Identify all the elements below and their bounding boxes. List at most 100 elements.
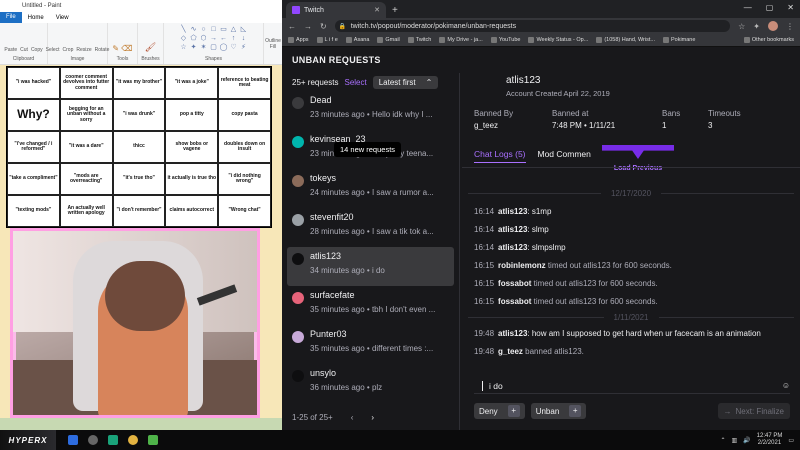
back-icon[interactable]: ← xyxy=(288,22,296,31)
request-time: 24 minutes ago xyxy=(310,188,365,197)
ribbon-outline-fill: Outline Fill xyxy=(264,23,282,64)
prev-page-icon[interactable]: ‹ xyxy=(351,413,354,422)
avatar xyxy=(292,331,304,343)
tab-close-icon[interactable]: ✕ xyxy=(374,6,380,14)
clock[interactable]: 12:47 PM 2/2/2021 xyxy=(757,433,783,447)
paint-tab-view[interactable]: View xyxy=(50,15,75,21)
unban-button[interactable]: Unban + xyxy=(530,403,587,419)
bookmark-item[interactable]: Other bookmarks xyxy=(743,37,794,43)
shapes-gallery[interactable]: ╲ ∿ ○ □ ▭ △ ◺ ◇ ⬠ ⬡ → ← ↑ ↓ ☆ ✦ ✶ ▢ ◯ ♡ ⚡ xyxy=(179,26,248,52)
forward-icon[interactable]: → xyxy=(304,22,312,31)
taskview-icon[interactable] xyxy=(68,435,78,445)
sort-label: Latest first xyxy=(378,77,416,87)
bookmark-item[interactable]: My Drive - ja... xyxy=(439,37,483,43)
notifications-icon[interactable]: ▭ xyxy=(788,437,794,444)
page-title: UNBAN REQUESTS xyxy=(292,55,381,65)
request-preview: I saw a tik tok a... xyxy=(371,227,434,236)
minimize-icon[interactable]: — xyxy=(744,3,752,12)
request-meta: 24 minutes ago • I saw a rumor a... xyxy=(310,188,434,197)
request-item[interactable]: surfacefate 35 minutes ago • tbh I don't … xyxy=(282,286,459,325)
fill-button[interactable]: Fill xyxy=(270,44,276,50)
extensions-icon[interactable]: ✦ xyxy=(753,22,760,31)
pencil-icon[interactable]: ✎ ⌫ xyxy=(112,44,132,53)
paste-button[interactable]: Paste xyxy=(4,47,17,53)
network-icon[interactable]: ▥ xyxy=(731,437,737,444)
app-icon[interactable] xyxy=(108,435,118,445)
paint-tab-file[interactable]: File xyxy=(0,12,22,23)
reload-icon[interactable]: ↻ xyxy=(320,22,327,31)
ribbon-label-image: Image xyxy=(70,56,85,62)
request-item[interactable]: unsylo 36 minutes ago • plz xyxy=(282,364,459,403)
chrome-icon[interactable] xyxy=(128,435,138,445)
crop-button[interactable]: Crop xyxy=(63,47,74,53)
tab-chat-logs[interactable]: Chat Logs (5) xyxy=(474,149,526,163)
message-author[interactable]: atlis123 xyxy=(498,329,527,338)
star-icon[interactable]: ☆ xyxy=(738,22,745,31)
message-author[interactable]: fossabot xyxy=(498,279,531,288)
bookmark-label: Asana xyxy=(353,37,370,43)
bingo-cell: "mods are overreacting" xyxy=(59,163,113,195)
new-tab-button[interactable]: + xyxy=(392,5,398,16)
brush-icon[interactable]: 🖌 xyxy=(145,42,156,53)
profile-avatar[interactable] xyxy=(768,21,778,31)
message-author[interactable]: fossabot xyxy=(498,297,531,306)
paint-tab-home[interactable]: Home xyxy=(22,15,50,21)
maximize-icon[interactable]: ▢ xyxy=(766,3,774,12)
app-icon[interactable] xyxy=(148,435,158,445)
volume-icon[interactable]: 🔊 xyxy=(743,437,750,444)
select-tool[interactable]: Select xyxy=(46,47,60,53)
select-button[interactable]: Select xyxy=(344,78,366,87)
bookmark-item[interactable]: Apps xyxy=(288,37,309,43)
message-author[interactable]: robinlemonz xyxy=(498,261,546,270)
request-item[interactable]: Punter03 35 minutes ago • different times… xyxy=(282,325,459,364)
obs-icon[interactable] xyxy=(88,435,98,445)
bookmark-item[interactable]: (1058) Hand, Wrist... xyxy=(596,37,655,43)
load-previous-button[interactable]: Load Previous xyxy=(602,145,674,179)
bookmark-label: Apps xyxy=(296,37,309,43)
bookmark-item[interactable]: Pokimane xyxy=(662,37,695,43)
bookmark-item[interactable]: Gmail xyxy=(377,37,400,43)
bookmark-item[interactable]: Asana xyxy=(345,37,370,43)
menu-kebab-icon[interactable]: ⋮ xyxy=(786,22,794,31)
bookmark-label: L i f e xyxy=(324,37,338,43)
deny-button[interactable]: Deny + xyxy=(474,403,525,419)
message-author[interactable]: g_teez xyxy=(498,347,523,356)
emote-picker-icon[interactable]: ☺ xyxy=(782,381,790,390)
copy-button[interactable]: Copy xyxy=(31,47,43,53)
new-requests-tooltip[interactable]: 14 new requests xyxy=(334,142,402,157)
next-finalize-button[interactable]: → Next: Finalize xyxy=(717,403,790,419)
bookmark-item[interactable]: Weekly Status - Op... xyxy=(528,37,588,43)
bookmark-item[interactable]: L i f e xyxy=(316,37,338,43)
message-author[interactable]: atlis123 xyxy=(498,243,527,252)
account-created: Account Created April 22, 2019 xyxy=(506,89,610,98)
reply-field[interactable]: i do ☺ xyxy=(474,378,790,394)
request-meta: 35 minutes ago • different times :... xyxy=(310,344,434,353)
bingo-cell: An actually well written apology xyxy=(59,195,113,227)
bookmark-label: (1058) Hand, Wrist... xyxy=(604,37,655,43)
bingo-cell: "take a compliment" xyxy=(7,163,60,195)
chevron-up-icon[interactable]: ⌃ xyxy=(720,437,725,444)
resize-button[interactable]: Resize xyxy=(76,47,91,53)
bookmark-item[interactable]: Twitch xyxy=(407,37,431,43)
request-item[interactable]: atlis123 34 minutes ago • i do xyxy=(287,247,454,286)
request-detail-pane: atlis123 Account Created April 22, 2019 … xyxy=(462,73,800,430)
bookmark-favicon-icon xyxy=(528,37,535,43)
bingo-cell: "i don't remember" xyxy=(112,195,166,227)
browser-tab-twitch[interactable]: Twitch ✕ xyxy=(286,2,386,18)
bookmark-item[interactable]: YouTube xyxy=(490,37,520,43)
chat-message: 19:48 atlis123: how am I supposed to get … xyxy=(474,329,761,338)
detail-username[interactable]: atlis123 xyxy=(506,75,800,86)
request-item[interactable]: Dead 23 minutes ago • Hello idk why I ... xyxy=(282,91,459,130)
message-author[interactable]: atlis123 xyxy=(498,225,527,234)
sort-dropdown[interactable]: Latest first ⌃ xyxy=(372,75,439,89)
cut-button[interactable]: Cut xyxy=(20,47,28,53)
message-author[interactable]: atlis123 xyxy=(498,207,527,216)
request-item[interactable]: tokeys 24 minutes ago • I saw a rumor a..… xyxy=(282,169,459,208)
message-text: : slmpslmp xyxy=(527,243,566,252)
close-window-icon[interactable]: ✕ xyxy=(787,3,794,12)
request-item[interactable]: stevenfit20 28 minutes ago • I saw a tik … xyxy=(282,208,459,247)
next-page-icon[interactable]: › xyxy=(371,413,374,422)
request-preview: i do xyxy=(371,266,385,275)
tab-mod-comments[interactable]: Mod Commen xyxy=(538,149,591,163)
url-field[interactable]: twitch.tv/popout/moderator/pokimane/unba… xyxy=(334,20,731,32)
